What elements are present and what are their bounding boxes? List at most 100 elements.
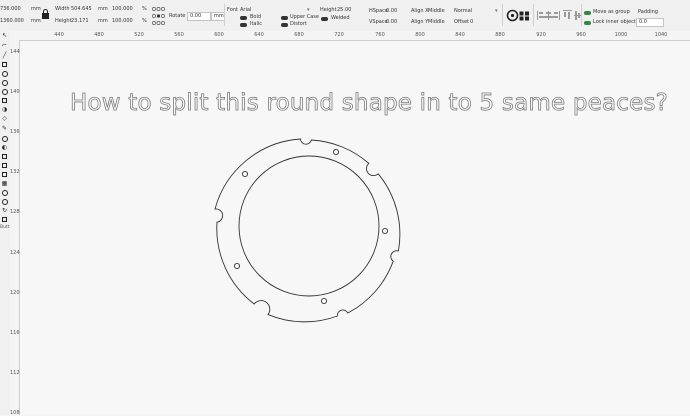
bold-label: Bold: [250, 14, 262, 20]
align-x-label: Align X: [411, 8, 429, 14]
pen-tool-icon[interactable]: ✎: [1, 125, 8, 132]
scale-width-percent: %: [142, 6, 147, 12]
ruler-label: 440: [54, 32, 64, 38]
circular-array-icon[interactable]: [1, 189, 8, 196]
toolbar-separator: [502, 4, 503, 26]
y-unit: mm: [31, 18, 41, 24]
weld-tool-icon[interactable]: ◐: [1, 144, 8, 151]
align-tool-icon[interactable]: [1, 198, 8, 205]
offset-label: Offset: [454, 19, 470, 25]
hspace-value[interactable]: 0.00: [386, 8, 397, 15]
x-unit: mm: [31, 6, 41, 12]
ruler-label: 800: [415, 32, 425, 38]
lightburn-window: 736.000 mm 1360.000 mm Width 504.645 mm …: [0, 0, 690, 416]
mounting-hole[interactable]: [381, 227, 389, 235]
horizontal-ruler: 440 480 520 560 600 640 680 720 760 800 840 880 920 9…: [10, 31, 690, 41]
text-height-value[interactable]: 25.00: [337, 7, 351, 14]
mounting-hole[interactable]: [320, 297, 328, 305]
move-as-group-toggle[interactable]: [584, 11, 591, 15]
rectangle-tool-icon[interactable]: [1, 61, 8, 68]
ruler-label: 1040: [654, 32, 668, 38]
measure-tool-icon[interactable]: ◑: [1, 106, 8, 113]
vertical-ruler: 1440 1400 1360 1320 1280 1240 1200 1160 1120 1080: [10, 40, 23, 416]
position-laser-icon[interactable]: [1, 97, 8, 104]
ruler-label: 880: [495, 32, 505, 38]
y-value[interactable]: 1360.000: [0, 18, 24, 25]
font-label: Font: [227, 7, 238, 13]
x-value[interactable]: 736.000: [0, 6, 21, 13]
height-label: Height: [55, 18, 72, 24]
polygon-tool-icon[interactable]: [1, 79, 8, 86]
vspace-value[interactable]: 0.00: [386, 19, 397, 26]
line-tool-icon[interactable]: ╱: [1, 52, 8, 59]
ruler-label: 680: [294, 32, 304, 38]
position-grid-icon[interactable]: [151, 6, 166, 26]
outer-ring-outline[interactable]: [214, 138, 401, 323]
snap-icon[interactable]: [506, 9, 519, 22]
boolean-subtract-icon[interactable]: [1, 162, 8, 169]
ruler-label: 480: [94, 32, 104, 38]
mounting-hole[interactable]: [332, 148, 340, 156]
bold-toggle[interactable]: [240, 16, 247, 20]
ruler-label: 520: [134, 32, 144, 38]
normal-dropdown-icon[interactable]: ▾: [495, 8, 498, 15]
lock-inner-toggle[interactable]: [584, 21, 591, 25]
rotate-label: Rotate: [169, 13, 186, 19]
ruler-label: 720: [334, 32, 344, 38]
boolean-intersect-icon[interactable]: [1, 171, 8, 178]
offset-tool-icon[interactable]: [1, 135, 8, 142]
align-x-value[interactable]: Middle: [428, 8, 445, 15]
ruler-label: 760: [375, 32, 385, 38]
width-value[interactable]: 504.645: [71, 6, 92, 13]
vspace-label: VSpace: [369, 19, 388, 25]
distort-toggle[interactable]: [281, 23, 288, 27]
scale-height-value[interactable]: 100.000: [112, 18, 133, 25]
lock-inner-label: Lock inner objects: [593, 19, 639, 25]
select-tool-icon[interactable]: ↖: [1, 32, 8, 39]
align-y-label: Align Y: [411, 19, 429, 25]
tabs-tool-icon[interactable]: ◇: [1, 115, 8, 122]
ruler-label: 1000: [614, 32, 628, 38]
design-canvas[interactable]: How to split this round shape in to 5 sa…: [20, 41, 690, 415]
ruler-label: 920: [536, 32, 546, 38]
rotate-tool-icon[interactable]: ↻: [1, 207, 8, 214]
italic-label: Italic: [250, 21, 263, 27]
mounting-hole[interactable]: [241, 170, 249, 178]
ellipse-tool-icon[interactable]: [1, 70, 8, 77]
text-tool-icon[interactable]: [1, 88, 8, 95]
upper-case-toggle[interactable]: [281, 16, 288, 20]
ruler-label: 840: [455, 32, 465, 38]
scale-height-percent: %: [142, 18, 147, 24]
distort-label: Distort: [290, 21, 307, 27]
rotate-input[interactable]: 0.00: [187, 12, 211, 21]
inner-circle-outline[interactable]: [238, 155, 380, 297]
variable-text-icon[interactable]: [1, 216, 8, 223]
numeric-edits-toolbar: 736.000 mm 1360.000 mm Width 504.645 mm …: [0, 0, 690, 32]
move-as-group-label: Move as group: [593, 9, 630, 15]
grid-toggle-icon[interactable]: [519, 11, 530, 21]
align-tools-icon[interactable]: [537, 10, 581, 21]
italic-toggle[interactable]: [240, 23, 247, 27]
edit-nodes-icon[interactable]: ⌐: [1, 42, 8, 49]
height-value[interactable]: 23.171: [71, 18, 89, 25]
align-y-value[interactable]: Middle: [428, 19, 445, 26]
upper-case-label: Upper Case: [290, 14, 319, 20]
offset-value[interactable]: 0: [470, 19, 473, 26]
mounting-hole[interactable]: [233, 262, 241, 270]
width-unit: mm: [98, 6, 108, 12]
toolbar-separator: [533, 4, 534, 26]
boolean-union-icon[interactable]: [1, 153, 8, 160]
scale-width-value[interactable]: 100.000: [112, 6, 133, 13]
font-value[interactable]: Arial: [240, 7, 251, 14]
width-label: Width: [55, 6, 70, 12]
button-label[interactable]: Butt: [0, 225, 9, 230]
padding-input[interactable]: 0.0: [636, 18, 664, 27]
grid-array-icon[interactable]: ▦: [1, 180, 8, 187]
font-dropdown-icon[interactable]: ▾: [307, 7, 310, 14]
normal-dropdown[interactable]: Normal: [454, 8, 472, 15]
welded-toggle[interactable]: [321, 17, 328, 21]
padding-label: Padding: [638, 9, 658, 15]
toolbar-separator: [581, 4, 582, 26]
rotate-unit-button[interactable]: mm: [211, 12, 225, 21]
lock-ratio-icon[interactable]: [41, 9, 50, 19]
